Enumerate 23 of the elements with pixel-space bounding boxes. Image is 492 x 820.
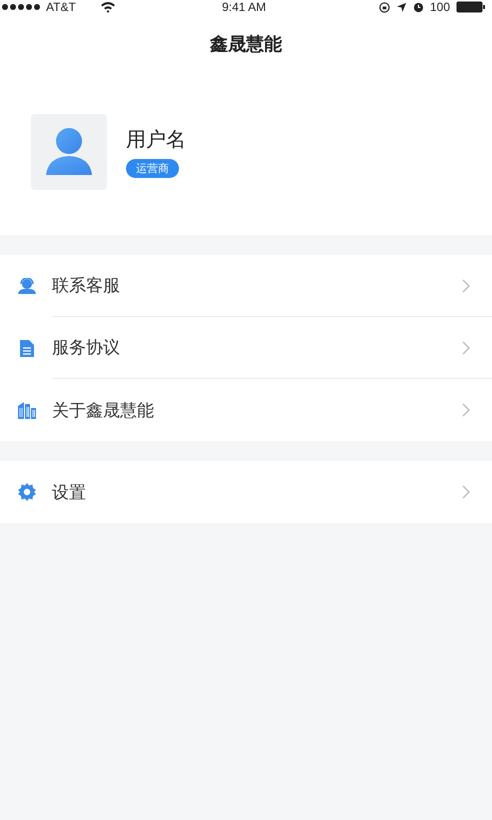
user-name: 用户名: [126, 126, 186, 152]
battery-percent: 100: [430, 0, 450, 14]
menu-item[interactable]: 设置: [0, 461, 492, 523]
document-icon: [20, 340, 34, 356]
page-title: 鑫晟慧能: [210, 33, 282, 56]
user-silhouette-icon: [44, 126, 94, 176]
menu-item[interactable]: 关于鑫晟慧能: [0, 379, 492, 441]
rotation-lock-icon: [378, 2, 390, 12]
status-time: 9:41 AM: [222, 0, 266, 14]
battery-icon: [456, 1, 486, 13]
signal-icon: [2, 4, 40, 10]
headset-person-icon: [18, 278, 36, 294]
chevron-right-icon: [462, 403, 470, 417]
chevron-right-icon: [462, 278, 470, 292]
wifi-icon: [100, 1, 116, 13]
chevron-right-icon: [462, 340, 470, 354]
role-badge: 运营商: [126, 158, 179, 178]
menu-item[interactable]: 联系客服: [0, 255, 492, 317]
carrier-name: AT&T: [46, 0, 76, 14]
menu-item[interactable]: 服务协议: [0, 317, 492, 379]
chevron-right-icon: [462, 485, 470, 499]
settings-icon: [18, 483, 36, 501]
building-icon: [18, 402, 36, 418]
